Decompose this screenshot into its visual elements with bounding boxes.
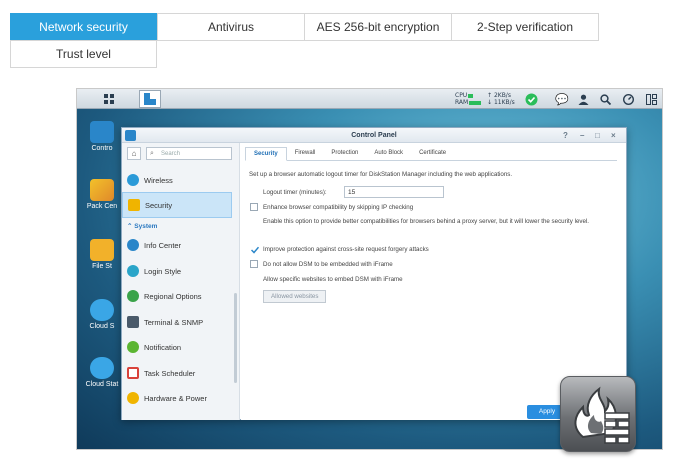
search-icon: ⌕ xyxy=(150,150,154,157)
tab-antivirus[interactable]: Antivirus xyxy=(157,13,305,41)
skip-ip-check-description: Enable this option to provide better com… xyxy=(263,218,590,225)
tab-firewall[interactable]: Firewall xyxy=(287,147,324,161)
wifi-icon xyxy=(127,174,139,186)
csrf-label: Improve protection against cross-site re… xyxy=(263,246,429,253)
info-icon xyxy=(127,239,139,251)
tab-certificate[interactable]: Certificate xyxy=(411,147,454,161)
window-titlebar[interactable]: Control Panel ? – □ × xyxy=(122,128,626,143)
skip-ip-check-checkbox[interactable] xyxy=(250,203,258,211)
iframe-label: Do not allow DSM to be embedded with iFr… xyxy=(263,261,393,268)
iframe-checkbox[interactable] xyxy=(250,260,258,268)
sync-status-icon[interactable] xyxy=(523,91,539,107)
sidebar-item-security[interactable]: Security xyxy=(122,192,232,218)
content-tabs: Security Firewall Protection Auto Block … xyxy=(245,147,617,161)
resource-monitor[interactable]: CPU RAM xyxy=(455,92,482,106)
cloud-icon xyxy=(90,357,114,379)
sidebar-item-info-center[interactable]: Info Center xyxy=(122,233,232,257)
allow-sites-text: Allow specific websites to embed DSM wit… xyxy=(263,276,403,283)
package-icon xyxy=(90,179,114,201)
sidebar-item-terminal-snmp[interactable]: Terminal & SNMP xyxy=(122,310,232,334)
sidebar-item-login-style[interactable]: Login Style xyxy=(122,259,232,283)
user-icon[interactable] xyxy=(575,91,591,107)
sidebar-search-input[interactable]: ⌕ Search xyxy=(146,147,232,160)
csrf-checkbox[interactable] xyxy=(250,245,260,254)
close-icon[interactable]: × xyxy=(611,128,616,143)
allowed-websites-button[interactable]: Allowed websites xyxy=(263,290,327,303)
window-title: Control Panel xyxy=(351,132,397,139)
tab-aes-encryption[interactable]: AES 256-bit encryption xyxy=(304,13,452,41)
control-panel-taskbar-icon[interactable] xyxy=(139,90,161,108)
shield-icon xyxy=(128,199,140,211)
control-panel-window: Control Panel ? – □ × ⌂ ⌕ Search Wireles… xyxy=(121,127,627,420)
bulb-icon xyxy=(127,392,139,404)
tab-protection[interactable]: Protection xyxy=(323,147,366,161)
network-speed: ↑ 2KB/s ↓ 11KB/s xyxy=(487,92,515,106)
tab-security[interactable]: Security xyxy=(245,147,287,161)
desktop-icon-file-station[interactable]: File St xyxy=(82,239,122,270)
control-panel-logo-icon xyxy=(125,130,136,141)
logout-timer-label: Logout timer (minutes): xyxy=(263,189,327,196)
folder-icon xyxy=(90,239,114,261)
search-icon[interactable] xyxy=(597,91,613,107)
desktop-icon-control-panel[interactable]: Contro xyxy=(82,121,122,152)
desktop-icon-package-center[interactable]: Pack Cen xyxy=(82,179,122,210)
chat-icon[interactable]: 💬 xyxy=(554,91,570,107)
desktop-icon-cloud-station-2[interactable]: Cloud Stat xyxy=(82,357,122,388)
minimize-icon[interactable]: – xyxy=(580,128,584,143)
control-panel-icon xyxy=(90,121,114,143)
desktop-toggle-icon[interactable] xyxy=(643,91,659,107)
logout-timer-input[interactable]: 15 xyxy=(344,186,444,198)
palette-icon xyxy=(127,265,139,277)
sidebar-scrollbar[interactable] xyxy=(234,293,237,383)
tab-trust-level[interactable]: Trust level xyxy=(10,40,157,68)
sidebar-item-notification[interactable]: Notification xyxy=(122,335,232,359)
cloud-icon xyxy=(90,299,114,321)
globe-icon xyxy=(127,290,139,302)
tab-auto-block[interactable]: Auto Block xyxy=(366,147,411,161)
chat-icon xyxy=(127,341,139,353)
maximize-icon[interactable]: □ xyxy=(595,128,600,143)
desktop-icon-cloud-station[interactable]: Cloud S xyxy=(82,299,122,330)
main-menu-icon[interactable] xyxy=(101,91,117,107)
sidebar: ⌂ ⌕ Search Wireless Security ⌃ System In… xyxy=(122,143,240,420)
sidebar-section-system[interactable]: ⌃ System xyxy=(127,222,157,230)
sidebar-item-hardware-power[interactable]: Hardware & Power xyxy=(122,386,232,410)
taskbar: CPU RAM ↑ 2KB/s ↓ 11KB/s 💬 xyxy=(77,89,662,109)
widgets-icon[interactable] xyxy=(620,91,636,107)
calendar-icon xyxy=(127,367,139,379)
sidebar-item-wireless[interactable]: Wireless xyxy=(122,168,232,192)
tab-network-security[interactable]: Network security xyxy=(10,13,157,41)
help-icon[interactable]: ? xyxy=(563,128,568,143)
skip-ip-check-label: Enhance browser compatibility by skippin… xyxy=(263,204,414,211)
logout-intro-text: Set up a browser automatic logout timer … xyxy=(249,171,513,178)
sidebar-item-task-scheduler[interactable]: Task Scheduler xyxy=(122,361,232,385)
checkmark-icon xyxy=(250,246,260,254)
terminal-icon xyxy=(127,316,139,328)
firewall-logo-icon xyxy=(560,376,636,452)
home-button[interactable]: ⌂ xyxy=(127,147,141,160)
tab-2-step-verification[interactable]: 2-Step verification xyxy=(451,13,599,41)
sidebar-item-regional-options[interactable]: Regional Options xyxy=(122,284,232,308)
